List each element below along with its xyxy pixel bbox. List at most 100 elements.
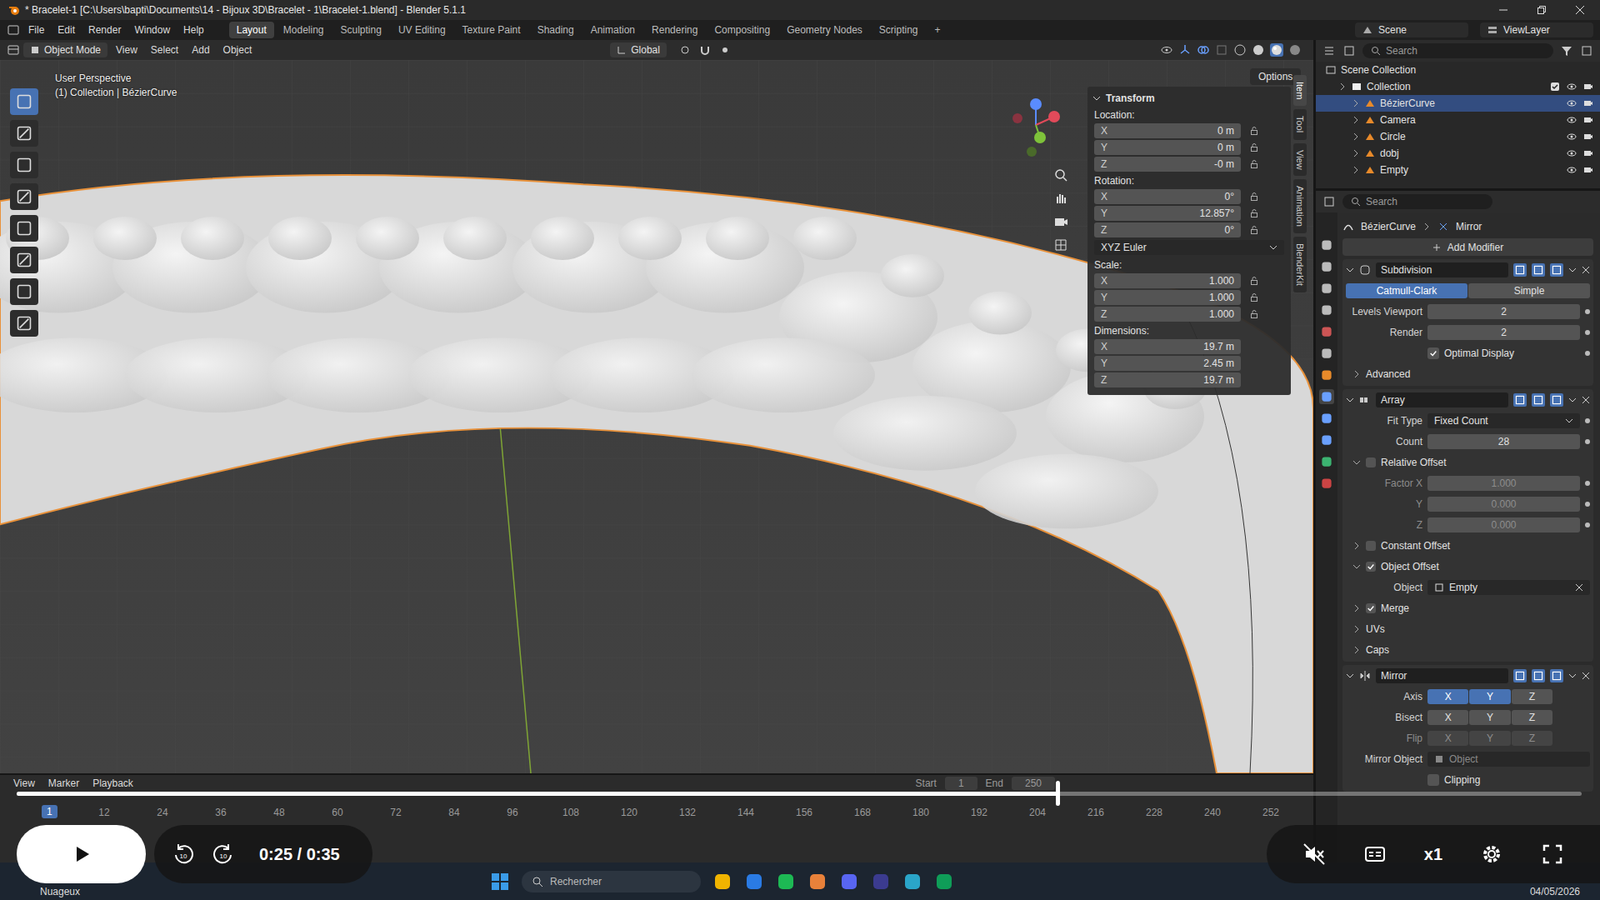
workspace-tab[interactable]: Modeling bbox=[275, 21, 332, 39]
render-camera-icon[interactable] bbox=[1583, 81, 1594, 92]
expand-arrow-icon[interactable] bbox=[1351, 149, 1360, 158]
workspace-tab[interactable]: Layout bbox=[229, 21, 275, 39]
mirror-object-field[interactable]: Object bbox=[1427, 751, 1590, 767]
number-field[interactable]: Z19.7 m bbox=[1094, 372, 1241, 388]
modifier-toggle-icon[interactable] bbox=[1531, 263, 1545, 277]
modifier-toggle-icon[interactable] bbox=[1513, 669, 1527, 683]
outliner-item[interactable]: Collection bbox=[1315, 78, 1600, 95]
number-field[interactable]: Z-0 m bbox=[1094, 156, 1241, 172]
tool-icon[interactable] bbox=[10, 88, 39, 115]
editor-type-icon[interactable] bbox=[6, 23, 20, 37]
modifier-toggle-icon[interactable] bbox=[1550, 669, 1564, 683]
xray-icon[interactable] bbox=[1215, 43, 1229, 57]
number-field[interactable]: 2 bbox=[1427, 304, 1580, 320]
sidebar-tab[interactable]: Animation bbox=[1293, 179, 1307, 234]
sidebar-tab[interactable]: View bbox=[1293, 143, 1307, 177]
app-icon[interactable] bbox=[839, 871, 860, 892]
subpanel-header[interactable]: Constant Offset bbox=[1345, 536, 1590, 555]
properties-tab-icon[interactable] bbox=[1319, 389, 1335, 405]
workspace-tab[interactable]: Geometry Nodes bbox=[779, 21, 870, 39]
overlay-icon[interactable] bbox=[1196, 43, 1210, 57]
subpanel-header[interactable]: UVs bbox=[1345, 620, 1590, 638]
forward-icon[interactable]: 10 bbox=[210, 841, 236, 867]
app-icon[interactable] bbox=[870, 871, 891, 892]
restore-icon[interactable] bbox=[1536, 5, 1547, 15]
number-field[interactable]: Y2.45 m bbox=[1094, 355, 1241, 371]
lock-icon[interactable] bbox=[1249, 208, 1260, 219]
sidebar-tab[interactable]: Item bbox=[1293, 75, 1307, 106]
scene-selector[interactable]: Scene bbox=[1355, 22, 1469, 38]
tool-icon[interactable] bbox=[10, 310, 39, 337]
axis-toggle[interactable]: Z bbox=[1511, 730, 1553, 746]
subpanel-header[interactable]: Merge bbox=[1345, 599, 1590, 617]
editor-type-icon[interactable] bbox=[6, 43, 20, 57]
panel-title[interactable]: Transform bbox=[1092, 90, 1286, 107]
tool-icon[interactable] bbox=[10, 120, 39, 147]
zoom-icon[interactable] bbox=[1052, 166, 1070, 184]
proportional-icon[interactable] bbox=[718, 43, 732, 57]
mode-dropdown[interactable]: Object Mode bbox=[23, 42, 108, 58]
eye-icon[interactable] bbox=[1566, 115, 1577, 125]
eye-icon[interactable] bbox=[1566, 98, 1577, 109]
rendered-shading-icon[interactable] bbox=[1288, 43, 1302, 57]
axis-toggle[interactable]: Z bbox=[1511, 689, 1553, 705]
menu-item[interactable]: Help bbox=[178, 22, 210, 38]
timeline-menu-item[interactable]: View bbox=[8, 775, 40, 791]
rotation-mode-dropdown[interactable]: XYZ Euler bbox=[1094, 240, 1285, 255]
modifier-name-field[interactable]: Array bbox=[1375, 392, 1509, 408]
captions-icon[interactable] bbox=[1362, 841, 1388, 867]
render-camera-icon[interactable] bbox=[1583, 148, 1594, 159]
video-progress-bar[interactable] bbox=[16, 791, 1582, 796]
expand-arrow-icon[interactable] bbox=[1351, 115, 1360, 125]
playback-speed[interactable]: x1 bbox=[1424, 845, 1443, 865]
weather-widget[interactable]: Nuageux bbox=[40, 885, 490, 900]
number-field[interactable]: 0.000 bbox=[1427, 496, 1580, 512]
start-frame-field[interactable]: 1 bbox=[945, 776, 978, 790]
viewport-menu-item[interactable]: Object bbox=[218, 42, 258, 58]
app-icon[interactable] bbox=[902, 871, 923, 892]
number-field[interactable]: 28 bbox=[1427, 434, 1580, 450]
display-mode-icon[interactable] bbox=[1342, 44, 1356, 58]
number-field[interactable]: 0.000 bbox=[1427, 517, 1580, 533]
collapse-arrow-icon[interactable] bbox=[1345, 395, 1355, 405]
menu-item[interactable]: Render bbox=[83, 22, 126, 38]
workspace-tab[interactable]: UV Editing bbox=[390, 21, 454, 39]
editor-type-icon[interactable] bbox=[1322, 195, 1336, 209]
lock-icon[interactable] bbox=[1249, 125, 1260, 136]
axis-toggle[interactable]: X bbox=[1427, 689, 1469, 705]
axis-toggle[interactable]: Y bbox=[1469, 689, 1510, 705]
modifier-toggle-icon[interactable] bbox=[1550, 263, 1564, 277]
pan-icon[interactable] bbox=[1052, 190, 1070, 207]
checkbox[interactable] bbox=[1365, 603, 1376, 614]
subpanel-header[interactable]: Advanced bbox=[1345, 365, 1590, 383]
outliner-item[interactable]: Circle bbox=[1315, 128, 1600, 145]
dropdown-arrow-icon[interactable] bbox=[1568, 265, 1577, 275]
tool-icon[interactable] bbox=[10, 246, 39, 274]
modifier-toggle-icon[interactable] bbox=[1513, 263, 1527, 277]
viewport-menu-item[interactable]: Select bbox=[145, 42, 184, 58]
expand-arrow-icon[interactable] bbox=[1351, 132, 1360, 141]
workspace-tab[interactable]: Compositing bbox=[706, 21, 778, 39]
close-icon[interactable] bbox=[1575, 5, 1585, 15]
grid-view-icon[interactable] bbox=[1052, 236, 1070, 254]
workspace-tab[interactable]: Rendering bbox=[644, 21, 705, 39]
workspace-tab[interactable]: Scripting bbox=[871, 21, 926, 39]
fit-type-dropdown[interactable]: Fixed Count bbox=[1427, 413, 1580, 429]
material-shading-icon[interactable] bbox=[1270, 43, 1284, 57]
workspace-tab[interactable]: Animation bbox=[583, 21, 643, 39]
outliner-item[interactable]: dobj bbox=[1315, 145, 1600, 162]
lock-icon[interactable] bbox=[1249, 191, 1260, 202]
axis-toggle[interactable]: X bbox=[1427, 710, 1469, 725]
number-field[interactable]: X1.000 bbox=[1094, 273, 1241, 289]
keyframe-dot[interactable] bbox=[1585, 501, 1590, 507]
remove-icon[interactable] bbox=[1581, 671, 1590, 680]
app-icon[interactable] bbox=[744, 871, 765, 892]
visibility-icon[interactable] bbox=[1160, 43, 1174, 57]
modifier-toggle-icon[interactable] bbox=[1531, 393, 1545, 407]
camera-view-icon[interactable] bbox=[1052, 213, 1070, 230]
subpanel-header[interactable]: Relative Offset bbox=[1345, 453, 1590, 471]
subdivision-type-option[interactable]: Simple bbox=[1468, 283, 1590, 299]
lock-icon[interactable] bbox=[1249, 225, 1260, 235]
modifier-name-field[interactable]: Mirror bbox=[1375, 668, 1509, 684]
current-frame[interactable]: 1 bbox=[41, 805, 58, 819]
